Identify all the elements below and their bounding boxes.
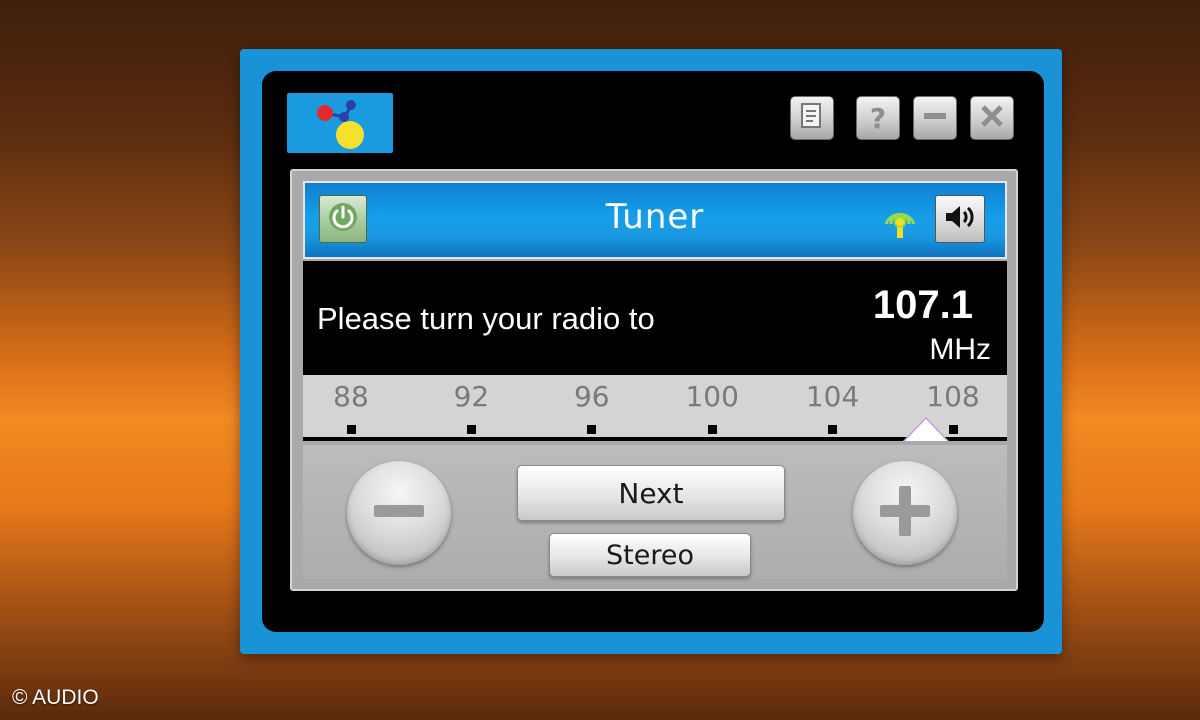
frequency-value: 107.1 [872, 283, 973, 327]
window-body: ? Tuner Please turn your radio to 107.1 … [262, 71, 1044, 632]
frequency-display: Please turn your radio to 107.1 MHz [303, 261, 1007, 375]
scale-tick-mark [948, 425, 958, 434]
speaker-button[interactable] [935, 195, 985, 243]
scale-tick-mark [346, 425, 356, 434]
scale-baseline [303, 437, 1007, 441]
tuner-window: ? Tuner Please turn your radio to 107.1 … [240, 49, 1062, 654]
scale-tick-label: 88 [333, 380, 369, 413]
copyright-watermark: © AUDIO [12, 686, 99, 709]
close-icon [978, 102, 1006, 134]
help-button[interactable]: ? [856, 96, 900, 140]
close-button[interactable] [970, 96, 1014, 140]
scale-tick-label: 100 [685, 380, 739, 413]
help-icon: ? [869, 101, 887, 135]
tune-down-button[interactable] [347, 461, 451, 565]
scale-tick: 96 [552, 381, 632, 434]
scale-tick: 108 [913, 381, 993, 434]
scale-tick-mark [707, 425, 717, 434]
frequency-scale[interactable]: 88 92 96 100 104 108 [303, 375, 1007, 441]
antenna-signal-icon [877, 197, 923, 243]
scale-tick-label: 92 [453, 380, 490, 413]
scale-tick-label: 96 [573, 380, 610, 413]
minimize-button[interactable] [913, 96, 957, 140]
tuner-panel: Tuner Please turn your radio to 107.1 MH… [290, 169, 1018, 591]
scale-tick-mark [828, 425, 838, 434]
scale-tick: 92 [431, 381, 511, 434]
notes-button[interactable] [790, 96, 834, 140]
speaker-icon [942, 201, 978, 237]
tune-up-button[interactable] [853, 461, 957, 565]
scale-tick: 100 [672, 381, 752, 434]
minus-icon [364, 476, 434, 550]
scale-tick-label: 104 [805, 380, 860, 413]
frequency-unit: MHz [929, 333, 991, 366]
notes-icon [799, 102, 825, 134]
scale-tick: 104 [793, 381, 873, 434]
tune-prompt: Please turn your radio to [317, 301, 655, 336]
scale-tick-label: 108 [926, 380, 980, 413]
stereo-button[interactable]: Stereo [549, 533, 751, 577]
plus-icon [870, 476, 940, 550]
scale-tick-mark [587, 425, 597, 434]
minimize-icon [921, 102, 949, 134]
tuner-controls: Next Stereo [303, 445, 1007, 579]
scale-tick: 88 [311, 381, 391, 434]
tuner-header: Tuner [303, 181, 1007, 259]
molecule-logo-icon [287, 93, 393, 153]
next-button[interactable]: Next [517, 465, 785, 521]
scale-tick-mark [466, 425, 476, 434]
